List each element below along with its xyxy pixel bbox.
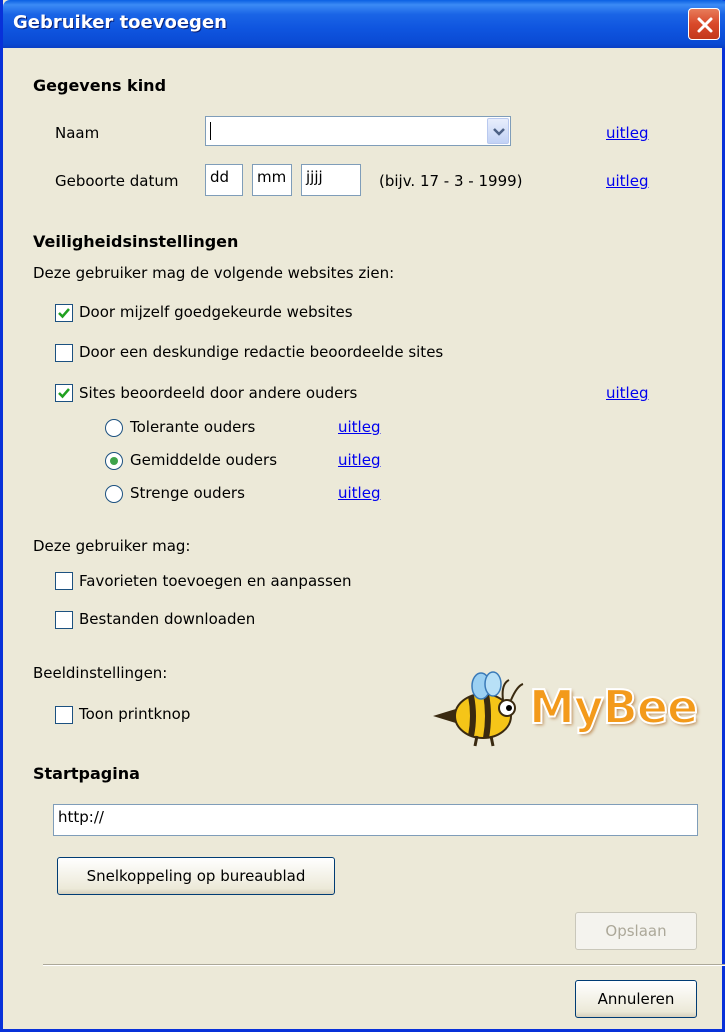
cancel-button[interactable]: Annuleren xyxy=(575,980,697,1018)
startpage-url-value: http:// xyxy=(58,808,104,826)
tolerant-parents-radio[interactable] xyxy=(105,419,123,437)
radio-selected-dot xyxy=(110,457,118,465)
strict-parents-radio[interactable] xyxy=(105,485,123,503)
average-parents-label: Gemiddelde ouders xyxy=(130,451,278,469)
text-cursor xyxy=(210,122,211,140)
footer-divider xyxy=(43,964,725,966)
child-data-heading: Gegevens kind xyxy=(33,76,167,95)
desktop-shortcut-button[interactable]: Snelkoppeling op bureaublad xyxy=(57,857,335,895)
birthdate-hint: (bijv. 17 - 3 - 1999) xyxy=(379,172,523,190)
security-intro: Deze gebruiker mag de volgende websites … xyxy=(33,264,395,282)
checkmark-icon xyxy=(58,308,70,319)
average-parents-help-link[interactable]: uitleg xyxy=(338,451,380,469)
approved-sites-label: Door mijzelf goedgekeurde websites xyxy=(79,303,353,321)
save-button[interactable]: Opslaan xyxy=(575,912,697,950)
approved-sites-checkbox[interactable] xyxy=(55,304,73,322)
tolerant-parents-help-link[interactable]: uitleg xyxy=(338,418,380,436)
downloads-label: Bestanden downloaden xyxy=(79,610,256,628)
parent-rated-help-link[interactable]: uitleg xyxy=(606,384,648,402)
close-button[interactable] xyxy=(688,8,720,40)
expert-sites-checkbox[interactable] xyxy=(55,344,73,362)
expert-sites-label: Door een deskundige redactie beoordeelde… xyxy=(79,343,444,361)
security-heading: Veiligheidsinstellingen xyxy=(33,232,239,251)
year-value: jjjj xyxy=(306,168,323,186)
mybee-logo-text: MyBee xyxy=(528,679,699,735)
day-value: dd xyxy=(210,168,230,186)
mybee-logo: MyBee xyxy=(431,670,699,750)
chevron-down-icon xyxy=(493,128,505,136)
month-value: mm xyxy=(257,168,287,186)
startpage-url-input[interactable]: http:// xyxy=(53,804,698,836)
permissions-intro: Deze gebruiker mag: xyxy=(33,537,191,555)
name-label: Naam xyxy=(55,124,100,142)
bee-icon xyxy=(433,671,524,747)
parent-rated-sites-label: Sites beoordeeld door andere ouders xyxy=(79,384,358,402)
title-bar[interactable]: Gebruiker toevoegen xyxy=(3,0,725,48)
favorites-checkbox[interactable] xyxy=(55,572,73,590)
window-title: Gebruiker toevoegen xyxy=(13,12,227,33)
tolerant-parents-label: Tolerante ouders xyxy=(130,418,256,436)
print-button-label: Toon printknop xyxy=(79,705,191,723)
name-help-link[interactable]: uitleg xyxy=(606,124,648,142)
year-field[interactable]: jjjj xyxy=(301,164,361,196)
average-parents-radio[interactable] xyxy=(105,452,123,470)
favorites-label: Favorieten toevoegen en aanpassen xyxy=(79,572,352,590)
startpage-heading: Startpagina xyxy=(33,764,140,783)
checkmark-icon xyxy=(58,388,70,399)
print-button-checkbox[interactable] xyxy=(55,706,73,724)
dialog-window: Gebruiker toevoegen Gegevens kind Naam u… xyxy=(0,0,725,1032)
parent-rated-sites-checkbox[interactable] xyxy=(55,384,73,402)
birthdate-help-link[interactable]: uitleg xyxy=(606,172,648,190)
day-field[interactable]: dd xyxy=(205,164,243,196)
close-icon xyxy=(697,17,713,33)
strict-parents-label: Strenge ouders xyxy=(130,484,245,502)
name-combobox[interactable] xyxy=(205,116,511,146)
strict-parents-help-link[interactable]: uitleg xyxy=(338,484,380,502)
birthdate-label: Geboorte datum xyxy=(55,172,179,190)
downloads-checkbox[interactable] xyxy=(55,611,73,629)
month-field[interactable]: mm xyxy=(252,164,292,196)
name-dropdown-button[interactable] xyxy=(487,118,509,144)
display-settings-intro: Beeldinstellingen: xyxy=(33,664,168,682)
